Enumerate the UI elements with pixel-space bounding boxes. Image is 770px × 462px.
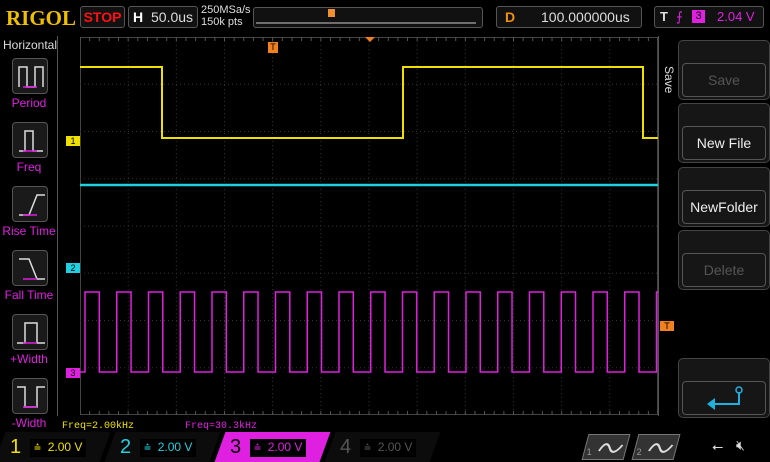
return-button[interactable] [678,358,770,418]
delete-button[interactable]: Delete [678,230,770,290]
measure-sidebar: Horizontal Period Freq Rise Time Fall Time +… [0,36,58,416]
save-button[interactable]: Save [678,40,770,100]
channel-scale: ⩮ 2.00 V [30,439,86,457]
return-icon [683,382,767,414]
period-icon [13,59,47,93]
measure-label: Period [0,96,58,110]
measurement-ch1-freq: Freq=2.00kHz [62,421,134,432]
ch3-trace [80,292,658,372]
ch3-marker[interactable]: 3 [66,368,80,378]
generator-1-button[interactable]: 1 [582,434,631,460]
button-label: Save [682,63,766,97]
measure-fall-time-button[interactable] [12,250,48,286]
new-file-button[interactable]: New File [678,103,770,163]
channel-3-button[interactable]: 3 ⩮ 2.00 V [220,432,330,462]
negative-width-icon [13,379,47,413]
measurement-ch3-freq: Freq=30.3kHz [185,421,257,432]
memory-waveform [254,8,482,27]
memory-depth: 150k pts [201,16,251,28]
sample-rate: 250MSa/s [201,4,251,16]
dc-coupling-icon: ⩮ [34,440,41,454]
sidebar-title: Horizontal [3,38,57,52]
channel-number: 3 [230,432,241,462]
channel-scale: ⩮ 2.00 V [250,439,306,457]
button-label: Delete [682,253,766,287]
rise-time-icon [13,187,47,221]
mute-icon[interactable]: 🔇︎ [736,437,745,454]
measure-period-button[interactable] [12,58,48,94]
sine-wave-icon [595,439,626,457]
measure-label: Freq [0,160,58,174]
usb-icon: ⭠ [712,438,723,455]
measure-positive-width-button[interactable] [12,314,48,350]
channel-scale: ⩮ 2.00 V [360,439,416,457]
trigger-source: 3 [692,10,705,23]
measure-label: Fall Time [0,288,58,302]
run-stop-status[interactable]: STOP [80,6,125,28]
channel-bar: 1 ⩮ 2.00 V 2 ⩮ 2.00 V 3 ⩮ 2.00 V 4 ⩮ 2.0… [0,432,770,462]
t-label: T [660,7,668,27]
freq-icon [13,123,47,157]
channel-scale: ⩮ 2.00 V [140,439,196,457]
h-label: H [133,7,143,27]
save-menu: Save Save New File NewFolder Delete [658,36,770,416]
waveform-grid[interactable] [80,37,658,415]
timebase-value: 50.0us [151,7,193,27]
sine-wave-icon [645,439,676,457]
rigol-logo: RIGOL [6,6,76,31]
measure-negative-width-button[interactable] [12,378,48,414]
rising-edge-icon: ⨍ [676,7,683,27]
dc-coupling-icon: ⩮ [144,440,151,454]
delay-value: 100.000000us [541,7,630,27]
acquisition-info: 250MSa/s150k pts [201,4,251,28]
timebase-box[interactable]: H 50.0us [128,6,198,28]
measure-rise-time-button[interactable] [12,186,48,222]
channel-number: 4 [340,432,351,462]
menu-title: Save [662,66,676,93]
ch2-marker[interactable]: 2 [66,263,80,273]
channel-number: 2 [120,432,131,462]
trigger-position-icon [328,9,335,17]
dc-coupling-icon: ⩮ [364,440,371,454]
measure-freq-button[interactable] [12,122,48,158]
ch1-marker[interactable]: 1 [66,136,80,146]
measure-label: -Width [0,416,58,430]
channel-1-button[interactable]: 1 ⩮ 2.00 V [0,432,110,462]
fall-time-icon [13,251,47,285]
button-label: New File [682,126,766,160]
measure-label: Rise Time [0,224,58,238]
channel-number: 1 [10,432,21,462]
memory-overview[interactable] [253,7,483,28]
trigger-time-marker[interactable]: T [268,42,278,53]
channel-4-button[interactable]: 4 ⩮ 2.00 V [330,432,440,462]
button-label: NewFolder [682,190,766,224]
trigger-level: 2.04 V [717,7,755,27]
positive-width-icon [13,315,47,349]
d-label: D [505,7,515,27]
newfolder-button[interactable]: NewFolder [678,167,770,227]
trigger-box[interactable]: T ⨍ 3 2.04 V [654,6,764,28]
channel-2-button[interactable]: 2 ⩮ 2.00 V [110,432,220,462]
dc-coupling-icon: ⩮ [254,440,261,454]
trigger-top-marker [365,37,375,42]
measure-label: +Width [0,352,58,366]
delay-box[interactable]: D 100.000000us [496,6,642,28]
generator-2-button[interactable]: 2 [632,434,681,460]
